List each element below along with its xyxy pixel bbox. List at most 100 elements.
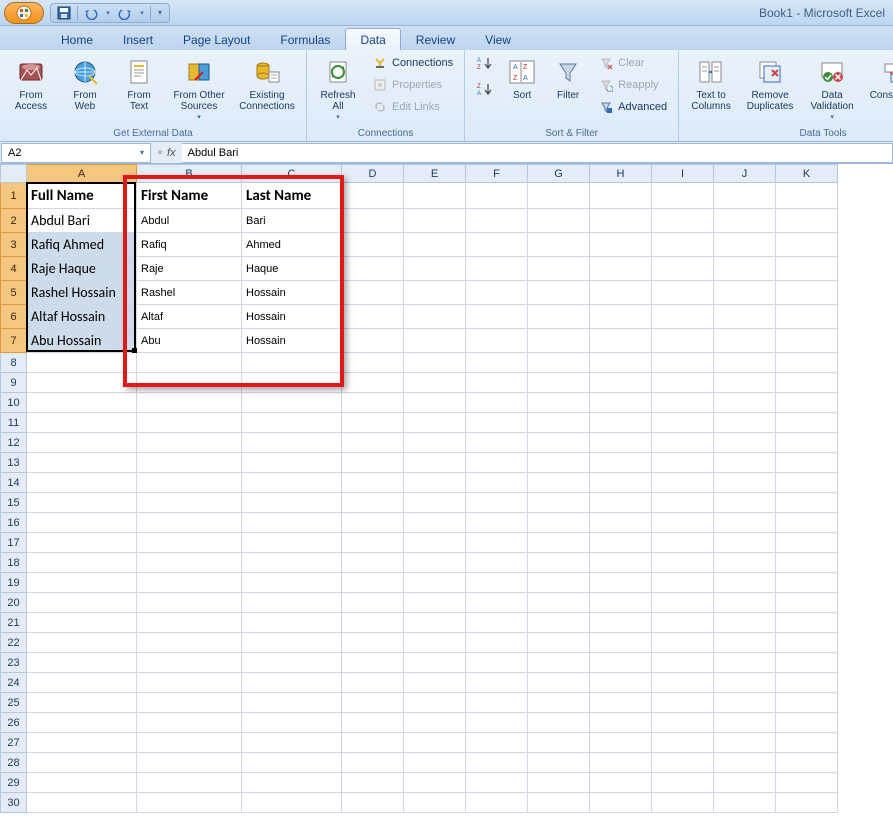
cell-K1[interactable] — [776, 183, 838, 209]
cell-J11[interactable] — [714, 413, 776, 433]
cell-C19[interactable] — [242, 573, 342, 593]
cell-E24[interactable] — [404, 673, 466, 693]
cell-A18[interactable] — [27, 553, 137, 573]
cell-H28[interactable] — [590, 753, 652, 773]
cell-J7[interactable] — [714, 329, 776, 353]
cell-G4[interactable] — [528, 257, 590, 281]
cell-B10[interactable] — [137, 393, 242, 413]
cell-F1[interactable] — [466, 183, 528, 209]
cell-B3[interactable]: Rafiq — [137, 233, 242, 257]
cell-F23[interactable] — [466, 653, 528, 673]
row-header-1[interactable]: 1 — [1, 183, 27, 209]
cell-C5[interactable]: Hossain — [242, 281, 342, 305]
cell-G27[interactable] — [528, 733, 590, 753]
cell-B16[interactable] — [137, 513, 242, 533]
cell-A26[interactable] — [27, 713, 137, 733]
cell-H23[interactable] — [590, 653, 652, 673]
cell-K21[interactable] — [776, 613, 838, 633]
tab-data[interactable]: Data — [345, 28, 400, 50]
cell-B26[interactable] — [137, 713, 242, 733]
cell-K11[interactable] — [776, 413, 838, 433]
cell-I28[interactable] — [652, 753, 714, 773]
cell-C25[interactable] — [242, 693, 342, 713]
row-header-26[interactable]: 26 — [1, 713, 27, 733]
cell-I15[interactable] — [652, 493, 714, 513]
cell-C15[interactable] — [242, 493, 342, 513]
cell-J22[interactable] — [714, 633, 776, 653]
cell-B25[interactable] — [137, 693, 242, 713]
cell-F11[interactable] — [466, 413, 528, 433]
cell-K13[interactable] — [776, 453, 838, 473]
row-header-12[interactable]: 12 — [1, 433, 27, 453]
cell-C28[interactable] — [242, 753, 342, 773]
cell-E23[interactable] — [404, 653, 466, 673]
cell-K23[interactable] — [776, 653, 838, 673]
cell-J6[interactable] — [714, 305, 776, 329]
save-button[interactable] — [55, 5, 73, 21]
cell-H27[interactable] — [590, 733, 652, 753]
cell-E16[interactable] — [404, 513, 466, 533]
cell-C18[interactable] — [242, 553, 342, 573]
cell-A29[interactable] — [27, 773, 137, 793]
cell-E2[interactable] — [404, 209, 466, 233]
cell-C23[interactable] — [242, 653, 342, 673]
cell-B11[interactable] — [137, 413, 242, 433]
from-web-button[interactable]: From Web — [60, 53, 110, 115]
cell-F3[interactable] — [466, 233, 528, 257]
row-header-18[interactable]: 18 — [1, 553, 27, 573]
cell-B9[interactable] — [137, 373, 242, 393]
column-header-G[interactable]: G — [528, 165, 590, 183]
cell-H25[interactable] — [590, 693, 652, 713]
from-text-button[interactable]: From Text — [114, 53, 164, 115]
cell-B4[interactable]: Raje — [137, 257, 242, 281]
cell-D6[interactable] — [342, 305, 404, 329]
cell-E1[interactable] — [404, 183, 466, 209]
cell-K20[interactable] — [776, 593, 838, 613]
cell-K26[interactable] — [776, 713, 838, 733]
sort-za-button[interactable]: ZA — [471, 79, 497, 99]
cell-H10[interactable] — [590, 393, 652, 413]
existing-connections-button[interactable]: Existing Connections — [234, 53, 300, 115]
cell-B1[interactable]: First Name — [137, 183, 242, 209]
cell-F24[interactable] — [466, 673, 528, 693]
cell-K9[interactable] — [776, 373, 838, 393]
cell-I26[interactable] — [652, 713, 714, 733]
cell-F9[interactable] — [466, 373, 528, 393]
cell-B14[interactable] — [137, 473, 242, 493]
cell-D20[interactable] — [342, 593, 404, 613]
cell-C4[interactable]: Haque — [242, 257, 342, 281]
refresh-all-button[interactable]: Refresh All ▾ — [313, 53, 363, 124]
row-header-28[interactable]: 28 — [1, 753, 27, 773]
cell-B20[interactable] — [137, 593, 242, 613]
tab-formulas[interactable]: Formulas — [265, 28, 345, 50]
row-header-11[interactable]: 11 — [1, 413, 27, 433]
cell-C26[interactable] — [242, 713, 342, 733]
cell-E4[interactable] — [404, 257, 466, 281]
cell-C22[interactable] — [242, 633, 342, 653]
cell-J25[interactable] — [714, 693, 776, 713]
cell-C29[interactable] — [242, 773, 342, 793]
row-header-4[interactable]: 4 — [1, 257, 27, 281]
cell-C2[interactable]: Bari — [242, 209, 342, 233]
cell-E7[interactable] — [404, 329, 466, 353]
cell-C20[interactable] — [242, 593, 342, 613]
data-validation-button[interactable]: Data Validation ▾ — [803, 53, 861, 124]
cell-H1[interactable] — [590, 183, 652, 209]
cell-C7[interactable]: Hossain — [242, 329, 342, 353]
cell-A5[interactable]: Rashel Hossain — [27, 281, 137, 305]
cell-A11[interactable] — [27, 413, 137, 433]
cell-H20[interactable] — [590, 593, 652, 613]
cell-A23[interactable] — [27, 653, 137, 673]
cell-J24[interactable] — [714, 673, 776, 693]
cell-C3[interactable]: Ahmed — [242, 233, 342, 257]
cell-H18[interactable] — [590, 553, 652, 573]
cell-A27[interactable] — [27, 733, 137, 753]
column-header-F[interactable]: F — [466, 165, 528, 183]
cell-A30[interactable] — [27, 793, 137, 813]
cell-J20[interactable] — [714, 593, 776, 613]
row-header-22[interactable]: 22 — [1, 633, 27, 653]
cell-I21[interactable] — [652, 613, 714, 633]
cell-D12[interactable] — [342, 433, 404, 453]
cell-A7[interactable]: Abu Hossain — [27, 329, 137, 353]
cell-H26[interactable] — [590, 713, 652, 733]
